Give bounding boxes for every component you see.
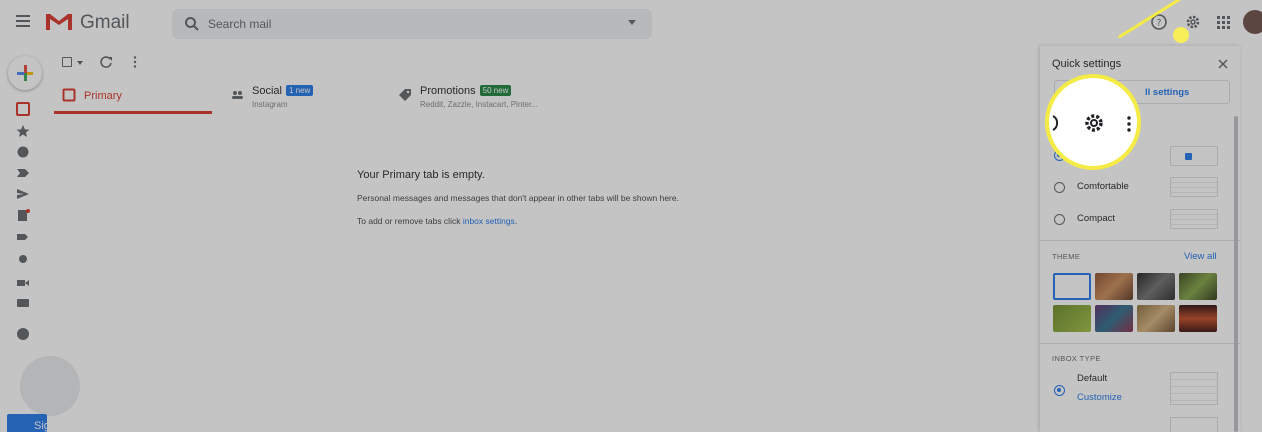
select-all-checkbox[interactable] [62, 57, 72, 67]
sign-in-button[interactable]: Sig [7, 414, 50, 432]
apps-icon[interactable] [1214, 13, 1232, 31]
tab-social-name: Social [252, 85, 282, 97]
density-comfortable-radio[interactable] [1054, 182, 1065, 193]
select-caret-icon[interactable] [77, 61, 83, 65]
search-options-caret-icon[interactable] [628, 20, 636, 25]
keyboard-icon[interactable] [16, 296, 30, 310]
empty-state-title: Your Primary tab is empty. [357, 169, 485, 181]
theme-thumbnail[interactable] [1137, 273, 1175, 300]
theme-section-label: THEME [1052, 252, 1081, 261]
inbox-icon [62, 88, 76, 102]
tab-promotions-sub: Reddit, Zazzle, Instacart, Pinter... [420, 100, 538, 109]
tab-promotions[interactable]: Promotions 50 new Reddit, Zazzle, Instaca… [390, 80, 590, 114]
clock-icon[interactable] [16, 145, 30, 159]
theme-thumbnail[interactable] [1179, 305, 1217, 332]
quick-settings-scrollbar[interactable] [1234, 116, 1238, 432]
density-compact-preview [1170, 209, 1218, 229]
theme-thumbnail[interactable] [1053, 305, 1091, 332]
density-compact-label[interactable]: Compact [1077, 213, 1115, 224]
hangouts-icon[interactable] [16, 327, 30, 341]
inbox-default-preview [1170, 372, 1218, 405]
inbox-settings-link[interactable]: inbox settings [463, 216, 515, 226]
customize-link[interactable]: Customize [1077, 392, 1122, 403]
label-icon[interactable] [16, 230, 30, 244]
menu-icon[interactable] [16, 15, 30, 27]
density-comfortable-preview [1170, 177, 1218, 197]
svg-text:?: ? [1157, 19, 1162, 29]
tab-social-label: Social 1 new [252, 85, 314, 97]
inbox-default-radio[interactable] [1054, 385, 1065, 396]
tab-social-badge: 1 new [285, 85, 314, 96]
tag-icon [399, 89, 411, 101]
hangouts-avatar-placeholder [20, 356, 80, 416]
tab-primary[interactable]: Primary [54, 80, 212, 114]
gear-icon [1085, 114, 1103, 132]
add-tabs-prefix: To add or remove tabs click [357, 216, 463, 226]
search-icon[interactable] [184, 16, 200, 32]
help-icon-partial [1052, 115, 1059, 131]
density-comfortable-label[interactable]: Comfortable [1077, 181, 1129, 192]
video-icon[interactable] [16, 276, 30, 290]
refresh-icon[interactable] [99, 55, 113, 69]
empty-state-description: Personal messages and messages that don'… [357, 193, 679, 203]
gmail-logo-text[interactable]: Gmail [80, 12, 130, 34]
theme-thumbnail[interactable] [1095, 273, 1133, 300]
theme-default[interactable] [1053, 273, 1091, 300]
gmail-logo-icon[interactable] [44, 10, 74, 32]
avatar[interactable] [1243, 10, 1262, 34]
tab-promotions-name: Promotions [420, 85, 476, 97]
add-tabs-suffix: . [514, 216, 518, 226]
magnifier-callout [1045, 74, 1141, 170]
tab-social[interactable]: Social 1 new Instagram [222, 80, 392, 114]
sent-icon[interactable] [16, 187, 30, 201]
theme-thumbnail[interactable] [1179, 273, 1217, 300]
more-vert-icon [1127, 116, 1131, 132]
density-compact-radio[interactable] [1054, 214, 1065, 225]
compose-button[interactable] [8, 56, 42, 90]
tab-social-sub: Instagram [252, 100, 288, 109]
inbox-icon[interactable] [16, 102, 30, 116]
view-all-themes-link[interactable]: View all [1184, 251, 1217, 262]
star-icon[interactable] [16, 124, 30, 138]
divider [1040, 343, 1240, 344]
quick-settings-title: Quick settings [1052, 58, 1122, 70]
close-icon[interactable] [1216, 57, 1230, 71]
search-input[interactable]: Search mail [208, 17, 271, 31]
gear-icon[interactable] [1184, 13, 1202, 31]
highlight-dot [1173, 27, 1189, 43]
see-all-settings-label: ll settings [1145, 87, 1190, 98]
tab-primary-label: Primary [84, 90, 122, 102]
search-bar[interactable]: Search mail [172, 9, 652, 39]
tab-promotions-label: Promotions 50 new [420, 85, 512, 97]
drafts-icon[interactable] [16, 208, 30, 222]
density-default-preview [1170, 146, 1218, 166]
theme-thumbnail[interactable] [1095, 305, 1133, 332]
more-vert-icon[interactable] [128, 55, 142, 69]
divider [1040, 240, 1240, 241]
theme-thumbnail[interactable] [1137, 305, 1175, 332]
empty-state-add-tabs: To add or remove tabs click inbox settin… [357, 216, 517, 226]
people-icon [232, 91, 243, 99]
inbox-important-preview [1170, 417, 1218, 432]
inbox-default-label[interactable]: Default [1077, 373, 1107, 384]
inbox-type-section-label: INBOX TYPE [1052, 354, 1101, 363]
meet-icon[interactable] [16, 253, 30, 267]
sign-in-label: Sig [34, 420, 50, 432]
important-icon[interactable] [16, 166, 30, 180]
top-bar: Gmail Search mail ? [0, 0, 1262, 46]
tab-promotions-badge: 50 new [479, 85, 512, 96]
